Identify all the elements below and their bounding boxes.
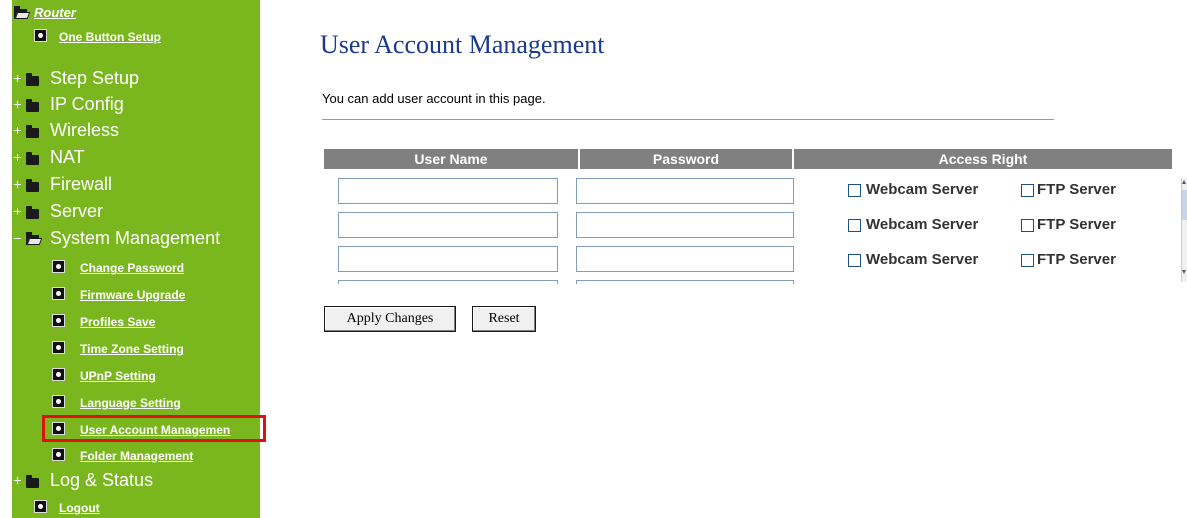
folder-icon (26, 152, 39, 165)
nav-link-time-zone-setting[interactable]: Time Zone Setting (80, 342, 184, 356)
user-account-table: Webcam Server FTP Server Webcam Server F… (324, 170, 1172, 284)
apply-changes-button[interactable]: Apply Changes (324, 306, 456, 332)
expand-plus-icon[interactable] (14, 181, 21, 188)
ftp-server-checkbox[interactable] (1021, 219, 1034, 232)
page-description: You can add user account in this page. (322, 91, 546, 106)
folder-icon (26, 179, 39, 192)
ftp-server-label: FTP Server (1037, 251, 1116, 268)
password-input[interactable] (576, 178, 794, 204)
expand-plus-icon[interactable] (14, 208, 21, 215)
nav-link-profiles-save[interactable]: Profiles Save (80, 315, 155, 329)
expand-plus-icon[interactable] (14, 154, 21, 161)
user-name-input[interactable] (338, 280, 558, 284)
page-icon (52, 287, 65, 300)
user-name-input[interactable] (338, 246, 558, 272)
folder-open-icon (14, 6, 31, 19)
expand-plus-icon[interactable] (14, 101, 21, 108)
folder-icon (26, 99, 39, 112)
collapse-minus-icon[interactable] (14, 235, 21, 242)
nav-link-firmware-upgrade[interactable]: Firmware Upgrade (80, 288, 185, 302)
nav-link-upnp-setting[interactable]: UPnP Setting (80, 369, 156, 383)
password-input[interactable] (576, 280, 794, 284)
ftp-server-label: FTP Server (1037, 216, 1116, 233)
nav-label-wireless[interactable]: Wireless (50, 120, 119, 141)
reset-button[interactable]: Reset (472, 306, 536, 332)
webcam-server-checkbox[interactable] (848, 219, 861, 232)
page-icon (52, 448, 65, 461)
user-name-input[interactable] (338, 178, 558, 204)
nav-label-system-management[interactable]: System Management (50, 228, 220, 249)
webcam-server-label: Webcam Server (866, 216, 979, 233)
scrollbar-thumb[interactable] (1182, 190, 1187, 220)
scroll-down-arrow-icon[interactable] (1182, 270, 1186, 274)
page-icon (52, 314, 65, 327)
nav-label-log-status[interactable]: Log & Status (50, 470, 153, 491)
expand-plus-icon[interactable] (14, 477, 21, 484)
folder-icon (26, 125, 39, 138)
divider (322, 119, 1054, 120)
password-input[interactable] (576, 246, 794, 272)
page-icon (52, 260, 65, 273)
nav-link-logout[interactable]: Logout (59, 501, 100, 515)
expand-plus-icon[interactable] (14, 75, 21, 82)
ftp-server-checkbox[interactable] (1021, 184, 1034, 197)
nav-link-change-password[interactable]: Change Password (80, 261, 184, 275)
folder-icon (26, 206, 39, 219)
nav-link-folder-management[interactable]: Folder Management (80, 449, 193, 463)
folder-icon (26, 475, 39, 488)
nav-label-firewall[interactable]: Firewall (50, 174, 112, 195)
nav-root-label[interactable]: Router (34, 5, 76, 20)
ftp-server-checkbox[interactable] (1021, 254, 1034, 267)
webcam-server-checkbox[interactable] (848, 184, 861, 197)
password-input[interactable] (576, 212, 794, 238)
page-icon (52, 395, 65, 408)
nav-label-step-setup[interactable]: Step Setup (50, 68, 139, 89)
column-header-access-right: Access Right (794, 149, 1172, 169)
scroll-up-arrow-icon[interactable] (1182, 180, 1186, 184)
column-header-password: Password (580, 149, 792, 169)
folder-open-icon (26, 232, 43, 245)
page-icon (34, 29, 47, 42)
folder-icon (26, 73, 39, 86)
nav-link-one-button-setup[interactable]: One Button Setup (59, 30, 161, 44)
webcam-server-checkbox[interactable] (848, 254, 861, 267)
page-icon (34, 500, 47, 513)
ftp-server-label: FTP Server (1037, 181, 1116, 198)
page-icon (52, 341, 65, 354)
webcam-server-label: Webcam Server (866, 181, 979, 198)
user-name-input[interactable] (338, 212, 558, 238)
nav-link-language-setting[interactable]: Language Setting (80, 396, 181, 410)
webcam-server-label: Webcam Server (866, 251, 979, 268)
nav-label-server[interactable]: Server (50, 201, 103, 222)
selection-highlight-box (42, 415, 266, 442)
page-icon (52, 368, 65, 381)
nav-label-nat[interactable]: NAT (50, 147, 85, 168)
expand-plus-icon[interactable] (14, 127, 21, 134)
page-title: User Account Management (320, 30, 605, 59)
column-header-user-name: User Name (324, 149, 578, 169)
nav-label-ip-config[interactable]: IP Config (50, 94, 124, 115)
